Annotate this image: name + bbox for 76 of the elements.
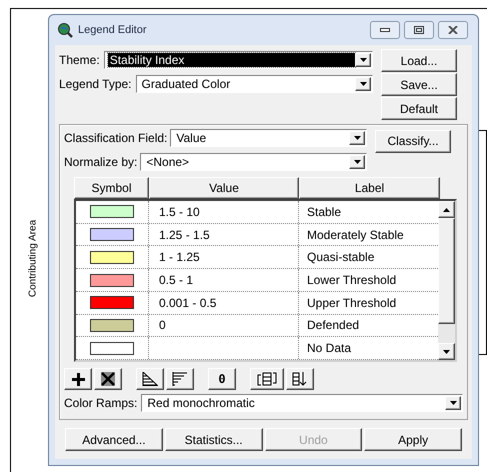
caret-icon <box>360 82 366 86</box>
axis-label: Contributing Area <box>26 218 40 300</box>
dialog-button[interactable]: Advanced... <box>65 428 163 451</box>
theme-label: Theme: <box>59 52 100 69</box>
table-cell-text: Lower Threshold <box>306 272 398 290</box>
symbol-swatch[interactable] <box>90 228 134 242</box>
minimize-icon <box>380 28 390 32</box>
ascending-bars-icon <box>142 372 158 386</box>
table-cell-text: Defended <box>306 317 360 334</box>
dropdown-field[interactable]: Stability Index <box>104 51 373 69</box>
dropdown-field[interactable]: Value <box>170 129 367 147</box>
dialog-button[interactable]: Apply <box>364 428 462 451</box>
descending-bars-icon <box>172 372 188 386</box>
normalize-label: Normalize by: <box>64 154 138 171</box>
caret-icon <box>354 136 360 140</box>
down-arrow-icon <box>443 350 450 354</box>
close-icon <box>448 26 458 34</box>
tool-button[interactable] <box>64 368 92 390</box>
table-cell: 1.25 - 1.5 <box>149 224 299 246</box>
dropdown-field[interactable]: Graduated Color <box>136 75 373 93</box>
dialog-button[interactable]: Save... <box>381 73 457 96</box>
up-arrow-icon <box>443 208 450 212</box>
dropdown-arrow-button[interactable] <box>349 155 365 169</box>
legend-type-label: Legend Type: <box>59 76 132 93</box>
dropdown-field[interactable]: Red monochromatic <box>141 394 463 412</box>
dialog-button[interactable]: Default <box>381 97 457 120</box>
color-ramps-label: Color Ramps: <box>64 395 138 412</box>
classification-field-label: Classification Field: <box>64 130 168 147</box>
maximize-icon <box>414 26 424 34</box>
table-cell-text: Moderately Stable <box>306 226 405 244</box>
caret-icon <box>450 401 456 405</box>
dropdown-field[interactable]: <None> <box>140 153 367 171</box>
dialog-button[interactable]: Statistics... <box>164 428 262 451</box>
table-cell: 0 <box>149 314 299 336</box>
tool-button[interactable]: 0 <box>208 368 236 390</box>
window-title: Legend Editor <box>78 22 146 38</box>
caret-icon <box>354 160 360 164</box>
symbol-swatch[interactable] <box>90 342 134 355</box>
table-cell: 0.5 - 1 <box>149 269 299 291</box>
close-button[interactable] <box>438 21 468 39</box>
scrollbar[interactable] <box>438 201 455 360</box>
dropdown-arrow-button[interactable] <box>355 53 371 67</box>
dropdown-arrow-button[interactable] <box>349 131 365 145</box>
flip-icon <box>256 372 278 386</box>
table-cell: 1.5 - 10 <box>149 201 299 223</box>
column-header[interactable]: Label <box>299 177 440 199</box>
tool-button[interactable] <box>136 368 164 390</box>
symbol-swatch[interactable] <box>90 205 134 218</box>
caret-icon <box>360 58 366 62</box>
tool-button[interactable] <box>286 368 314 390</box>
table-cell: 0.001 - 0.5 <box>149 292 299 314</box>
symbol-swatch[interactable] <box>90 296 134 310</box>
dialog-button[interactable]: Classify... <box>375 130 451 152</box>
minimize-button[interactable] <box>370 21 400 39</box>
symbol-swatch[interactable] <box>90 250 134 264</box>
table-cell: 1 - 1.25 <box>149 246 299 268</box>
sort-icon <box>292 372 308 386</box>
tool-button[interactable] <box>94 368 122 390</box>
globe-magnifier-icon <box>57 22 73 38</box>
symbol-swatch[interactable] <box>90 318 134 332</box>
tool-button[interactable] <box>166 368 194 390</box>
dropdown-arrow-button[interactable] <box>355 77 371 91</box>
table-cell-text: Stable <box>306 204 342 221</box>
cross-icon <box>101 372 115 386</box>
column-header[interactable]: Symbol <box>74 177 149 199</box>
maximize-button[interactable] <box>404 21 434 39</box>
tool-label: 0 <box>218 372 226 386</box>
table-cell-text: No Data <box>306 340 352 358</box>
table-cell-text: Quasi-stable <box>306 249 376 266</box>
column-header[interactable]: Value <box>149 177 299 199</box>
dropdown-arrow-button[interactable] <box>445 396 461 410</box>
plus-icon <box>72 372 84 386</box>
dialog-button[interactable]: Load... <box>381 49 457 72</box>
symbol-swatch[interactable] <box>90 274 134 287</box>
tool-button[interactable] <box>250 368 284 390</box>
table-cell-text: Upper Threshold <box>306 294 398 312</box>
